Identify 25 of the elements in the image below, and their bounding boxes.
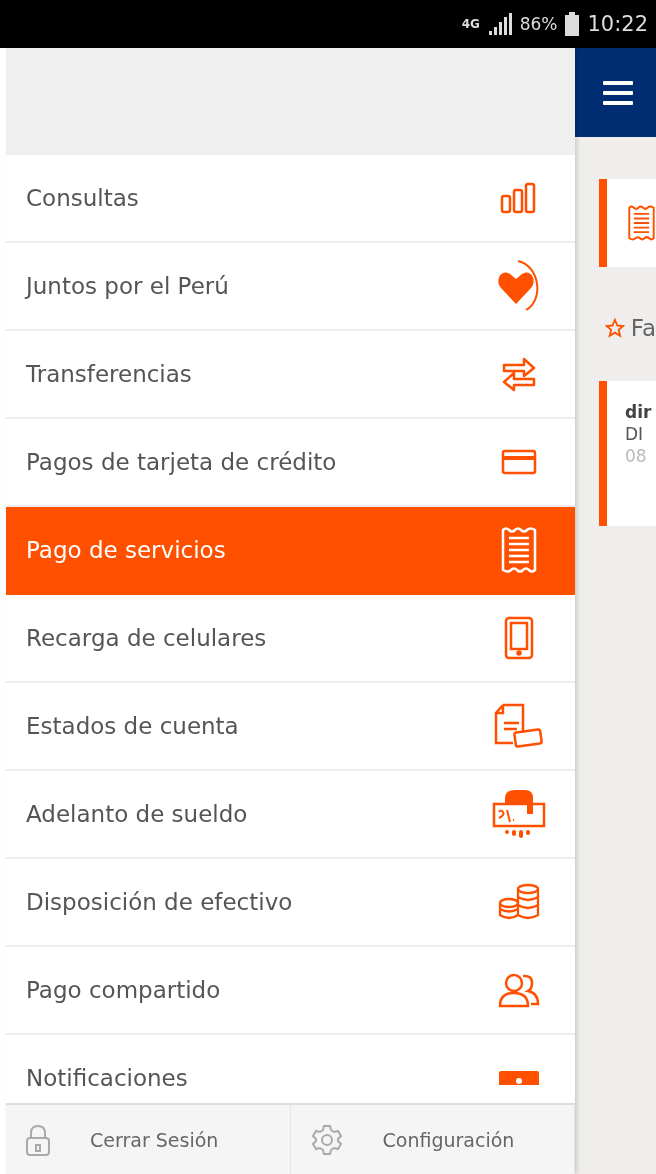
card-icon (501, 449, 537, 475)
tablet-icon (504, 616, 534, 660)
clock: 10:22 (587, 12, 648, 36)
menu-icon[interactable] (603, 80, 633, 105)
document-card-icon (493, 703, 545, 749)
money-shredder-icon (491, 788, 547, 840)
card-title: dir (625, 401, 653, 423)
card-subtitle: DI (625, 423, 645, 445)
battery-icon (565, 12, 580, 36)
network-label: 4G (461, 18, 480, 30)
bar-chart-icon (500, 182, 538, 214)
arrows-icon (502, 356, 536, 392)
card-number: 08 (625, 445, 648, 467)
star-icon (605, 317, 625, 339)
battery-percent: 86% (519, 14, 558, 34)
favorite-card[interactable]: dir DI 08 (599, 381, 656, 526)
service-card[interactable] (599, 179, 656, 267)
settings-icon (310, 1123, 343, 1156)
people-icon (498, 972, 540, 1008)
receipt-icon (500, 526, 538, 574)
padlock-icon (26, 1123, 50, 1156)
section-title: Fa (630, 315, 656, 341)
coins-icon (497, 883, 541, 921)
receipt-icon (627, 203, 656, 243)
signal-icon (487, 13, 512, 35)
